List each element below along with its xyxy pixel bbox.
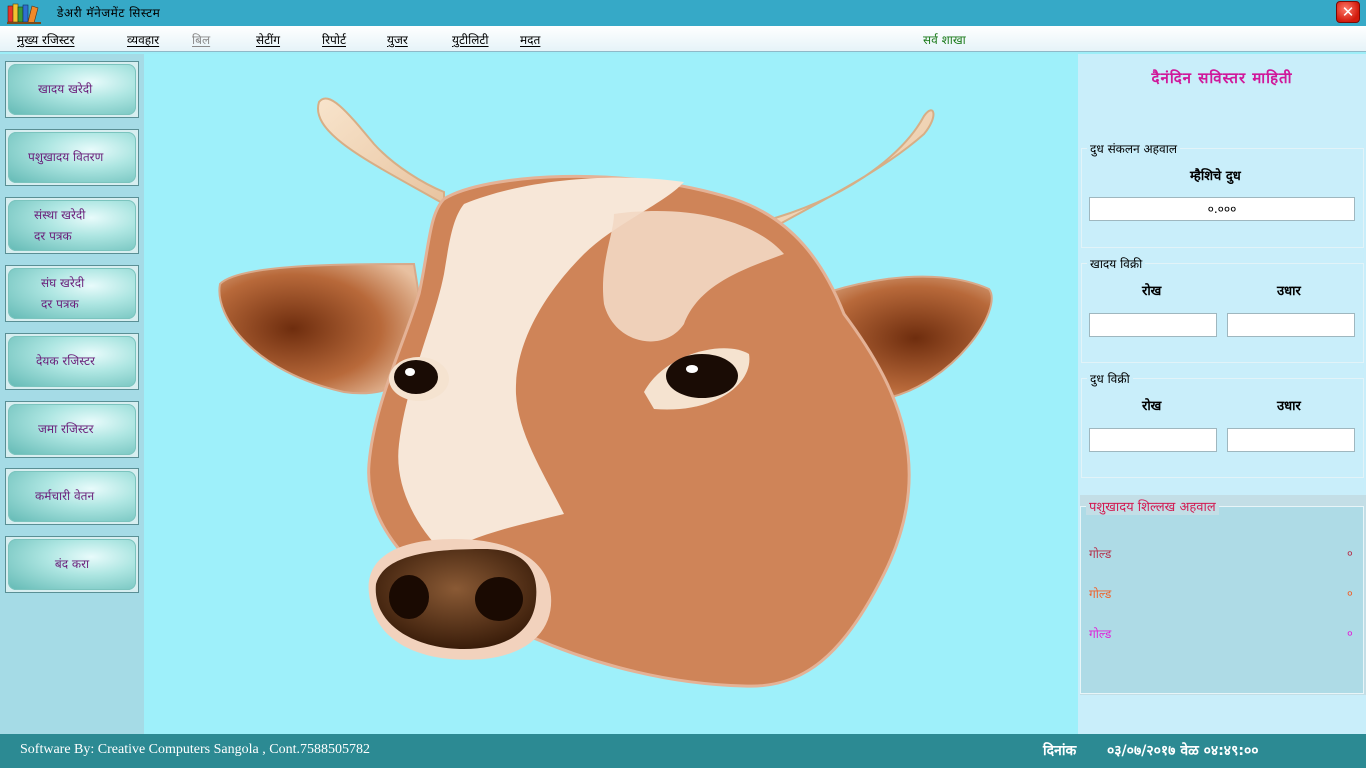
stock-item-name: गोल्ड	[1089, 587, 1112, 601]
feed-sales-group: खादय विक्री रोख उधार	[1081, 255, 1364, 363]
app-title: डेअरी मॅनेजमेंट सिस्टम	[57, 6, 161, 20]
button-label-line2: दर पत्रक	[41, 296, 79, 311]
button-label: कर्मचारी वेतन	[35, 489, 95, 503]
group-legend: खादय विक्री	[1087, 255, 1146, 272]
close-app-button[interactable]: बंद करा	[5, 536, 139, 593]
menu-user[interactable]: युजर	[387, 31, 408, 48]
menu-bill[interactable]: बिल	[192, 31, 210, 48]
credit-label: उधार	[1277, 399, 1301, 414]
cow-head-illustration	[218, 97, 993, 688]
status-bar: Software By: Creative Computers Sangola …	[0, 734, 1366, 768]
buffalo-milk-label: म्हैशिचे दुध	[1190, 169, 1241, 184]
milk-credit-field[interactable]	[1227, 428, 1355, 452]
menu-help[interactable]: मदत	[520, 31, 540, 48]
feed-credit-field[interactable]	[1227, 313, 1355, 337]
sidebar: खादय खरेदी पशुखादय वितरण संस्था खरेदी दर…	[0, 54, 144, 734]
feed-cash-field[interactable]	[1089, 313, 1217, 337]
title-bar: डेअरी मॅनेजमेंट सिस्टम ✕	[0, 0, 1366, 26]
menu-main-register[interactable]: मुख्य रजिस्टर	[17, 31, 75, 48]
deposit-register-button[interactable]: जमा रजिस्टर	[5, 401, 139, 458]
button-label: बंद करा	[54, 557, 90, 571]
software-credit: Software By: Creative Computers Sangola …	[20, 742, 370, 757]
menu-reports[interactable]: रिपोर्ट	[322, 31, 346, 48]
group-legend: दुध विक्री	[1087, 370, 1133, 387]
feed-purchase-button[interactable]: खादय खरेदी	[5, 61, 139, 118]
credit-label: उधार	[1277, 284, 1301, 299]
union-rate-chart-button[interactable]: संघ खरेदी दर पत्रक	[5, 265, 139, 322]
stock-item-value: ०	[1347, 587, 1353, 600]
button-label: खादय खरेदी	[38, 82, 93, 96]
society-rate-chart-button[interactable]: संस्था खरेदी दर पत्रक	[5, 197, 139, 254]
date-time-value: ०३/०७/२०१७ वेळ ०४:४९:००	[1107, 743, 1259, 759]
cash-label: रोख	[1142, 284, 1162, 299]
cash-label: रोख	[1142, 399, 1162, 414]
buffalo-milk-field[interactable]: ०.०००	[1089, 197, 1355, 221]
button-label: देयक रजिस्टर	[36, 354, 95, 368]
main-area	[144, 54, 1078, 734]
stock-item-name: गोल्ड	[1089, 627, 1112, 641]
employee-salary-button[interactable]: कर्मचारी वेतन	[5, 468, 139, 525]
menu-settings[interactable]: सेटींग	[256, 31, 280, 48]
stock-item-name: गोल्ड	[1089, 547, 1112, 561]
milk-cash-field[interactable]	[1089, 428, 1217, 452]
branch-selector[interactable]: सर्व शाखा	[923, 31, 966, 48]
close-button[interactable]: ✕	[1336, 1, 1360, 23]
stock-item-value: ०	[1347, 547, 1353, 560]
button-label: पशुखादय वितरण	[28, 150, 104, 164]
button-label-line1: संस्था खरेदी	[34, 207, 86, 222]
button-label-line1: संघ खरेदी	[41, 275, 85, 290]
menu-transactions[interactable]: व्यवहार	[127, 31, 159, 48]
stock-item-value: ०	[1347, 627, 1353, 640]
panel-title: दैनंदिन सविस्तर माहिती	[1151, 69, 1293, 87]
menu-bar: मुख्य रजिस्टर व्यवहार बिल सेटींग रिपोर्ट…	[0, 26, 1366, 52]
button-label-line2: दर पत्रक	[34, 228, 72, 243]
date-label: दिनांक	[1043, 743, 1077, 759]
feed-stock-box	[1080, 506, 1364, 694]
milk-collection-group: दुध संकलन अहवाल म्हैशिचे दुध ०.०००	[1081, 140, 1364, 248]
books-icon	[6, 2, 44, 24]
group-legend: दुध संकलन अहवाल	[1087, 140, 1180, 157]
menu-utility[interactable]: युटीलिटी	[452, 31, 489, 48]
milk-sales-group: दुध विक्री रोख उधार	[1081, 370, 1364, 478]
feed-distribution-button[interactable]: पशुखादय वितरण	[5, 129, 139, 186]
feed-stock-legend: पशुखादय शिल्लख अहवाल	[1086, 497, 1219, 515]
payable-register-button[interactable]: देयक रजिस्टर	[5, 333, 139, 390]
button-label: जमा रजिस्टर	[38, 422, 94, 436]
